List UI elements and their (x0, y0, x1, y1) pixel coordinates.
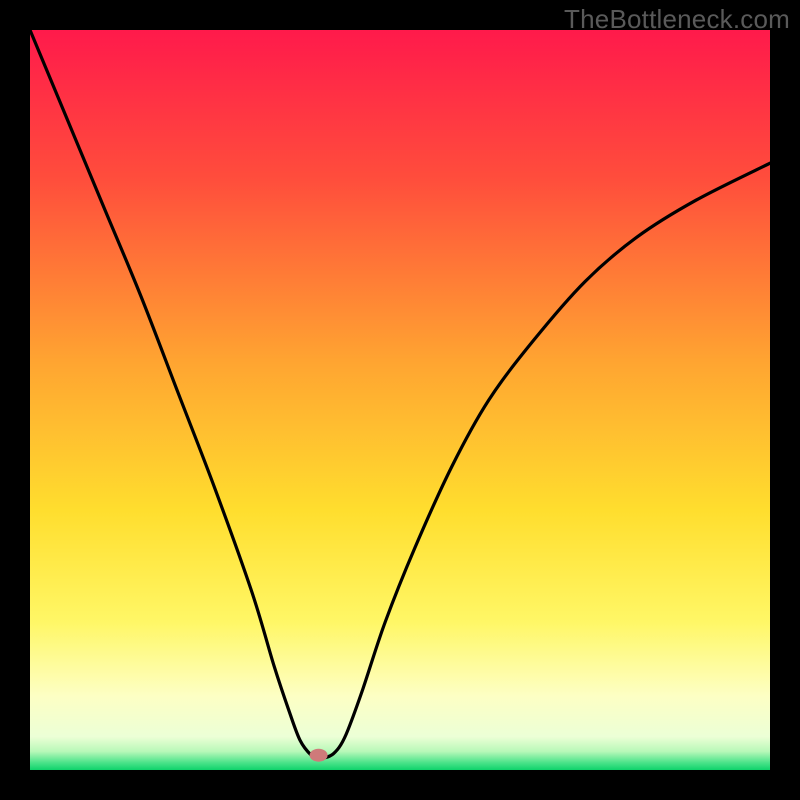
plot-area (30, 30, 770, 770)
optimal-point-marker (310, 749, 328, 762)
chart-frame: TheBottleneck.com (0, 0, 800, 800)
chart-svg (30, 30, 770, 770)
gradient-background (30, 30, 770, 770)
